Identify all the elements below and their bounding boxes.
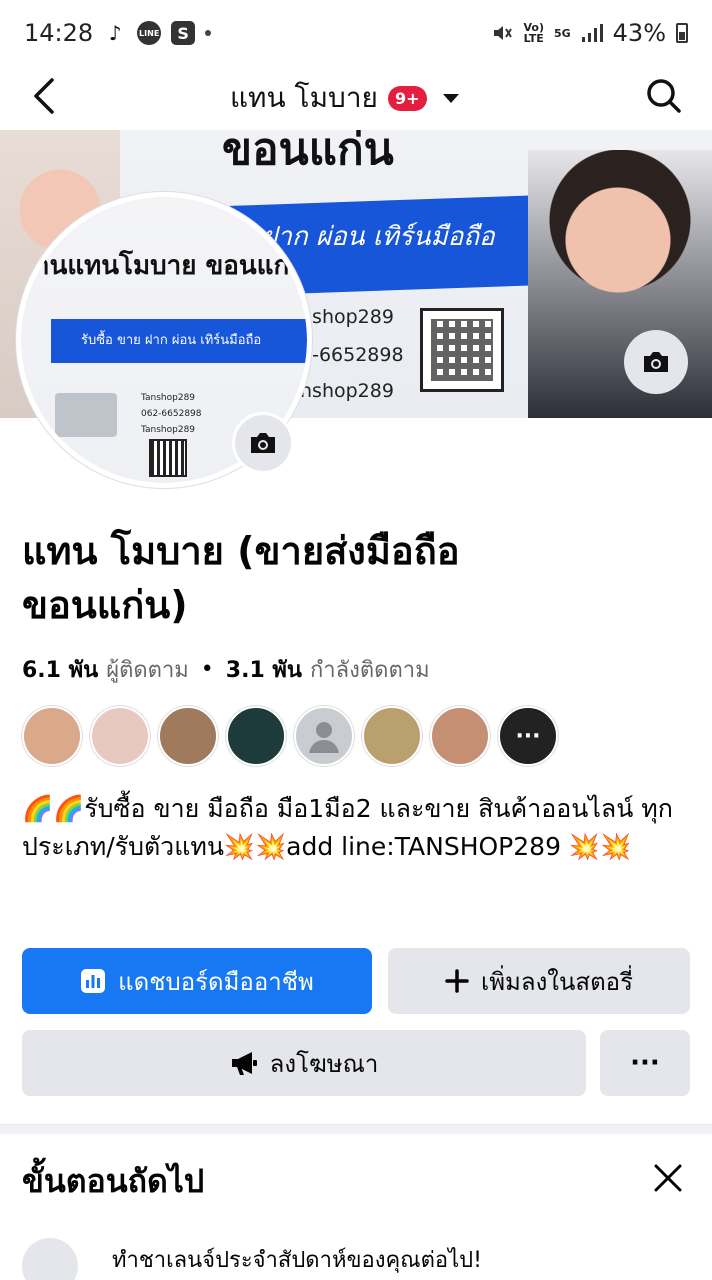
avatar-shop-name: ร้านแทนโมบาย ขอนแก่น [21, 251, 307, 281]
chevron-left-icon [34, 78, 54, 114]
cover-contact-1: nshop289 [300, 306, 394, 328]
status-right: Vo) LTE 5G 43% [491, 19, 688, 47]
caret-down-icon [442, 93, 459, 103]
page-header: แทน โมบาย 9+ [0, 66, 712, 126]
weekly-challenge-text[interactable]: ทำชาเลนจ์ประจำสัปดาห์ของคุณต่อไป! [112, 1242, 482, 1277]
mute-icon [494, 26, 513, 40]
header-title: แทน โมบาย [230, 81, 378, 114]
volte-bottom: LTE [523, 32, 544, 45]
volte-indicator: Vo) LTE [523, 22, 544, 44]
camera-icon [251, 433, 275, 453]
default-user-icon [309, 722, 339, 753]
page-name: แทน โมบาย (ขายส่งมือถือ ขอนแก่น) [22, 529, 460, 627]
profile-switcher[interactable]: แทน โมบาย 9+ [230, 76, 459, 120]
cover-heading: ขอนแก่น [222, 130, 394, 175]
following-count[interactable]: 3.1 พัน [226, 652, 302, 687]
avatar-device-image [55, 393, 117, 437]
signal-icon [581, 24, 603, 42]
battery-icon [676, 23, 688, 43]
tiktok-icon: ♪ [103, 21, 128, 45]
cover-contact-2: 2-6652898 [300, 344, 404, 366]
cover-contact-3: nshop289 [300, 380, 394, 402]
status-bar: 14:28 ♪ LINE S Vo) LTE 5G 43% [0, 0, 712, 66]
next-steps-title: ขั้นตอนถัดไป [22, 1162, 205, 1200]
s-app-icon: S [171, 21, 196, 45]
cover-qr-code [420, 308, 504, 392]
more-followers-button[interactable]: ··· [498, 706, 558, 766]
follower-avatar[interactable] [430, 706, 490, 766]
advertise-label: ลงโฆษณา [269, 1049, 379, 1078]
battery-percent: 43% [612, 19, 666, 47]
more-notifications-dot-icon [205, 30, 212, 36]
follower-avatar[interactable] [158, 706, 218, 766]
add-to-story-label: เพิ่มลงในสตอรี่ [481, 967, 633, 996]
add-to-story-button[interactable]: เพิ่มลงในสตอรี่ [388, 948, 690, 1014]
followers-label[interactable]: ผู้ติดตาม [106, 652, 189, 687]
status-left: 14:28 ♪ LINE S [24, 19, 212, 47]
close-icon [654, 1164, 682, 1192]
avatar-contact-1: Tanshop289 [141, 393, 196, 403]
challenge-icon [22, 1238, 78, 1280]
avatar-contact-3: Tanshop289 [141, 425, 196, 435]
follower-avatars: ··· [22, 706, 558, 766]
follower-avatar[interactable] [362, 706, 422, 766]
camera-icon [644, 352, 668, 372]
section-divider [0, 1124, 712, 1134]
follower-avatar[interactable] [294, 706, 354, 766]
professional-dashboard-label: แดชบอร์ดมืออาชีพ [118, 967, 314, 996]
stats-separator: • [200, 657, 214, 682]
edit-cover-button[interactable] [624, 330, 688, 394]
cover-model-right [528, 150, 712, 418]
five-g-indicator: 5G [553, 26, 571, 40]
search-icon [647, 79, 681, 113]
close-next-steps-button[interactable] [650, 1160, 686, 1196]
follower-avatar[interactable] [22, 706, 82, 766]
line-icon: LINE [137, 21, 162, 45]
follower-avatar[interactable] [90, 706, 150, 766]
following-label[interactable]: กำลังติดตาม [310, 652, 430, 687]
more-options-icon: ··· [630, 1048, 660, 1078]
followers-count[interactable]: 6.1 พัน [22, 652, 98, 687]
edit-profile-picture-button[interactable] [232, 412, 294, 474]
dashboard-icon [81, 969, 106, 993]
notification-badge: 9+ [387, 85, 427, 111]
back-button[interactable] [24, 74, 64, 118]
follow-stats: 6.1 พัน ผู้ติดตาม • 3.1 พัน กำลังติดตาม [22, 652, 430, 687]
more-options-button[interactable]: ··· [600, 1030, 690, 1096]
page-bio: 🌈🌈รับซื้อ ขาย มือถือ มือ1มือ2 และขาย สิน… [22, 794, 673, 861]
avatar-band-text: รับซื้อ ขาย ฝาก ผ่อน เทิร์นมือถือ [81, 333, 262, 348]
status-time: 14:28 [24, 19, 94, 47]
search-button[interactable] [644, 74, 684, 118]
avatar-qr-code [149, 439, 187, 477]
plus-icon [445, 969, 469, 993]
avatar-contact-2: 062-6652898 [141, 409, 202, 419]
advertise-button[interactable]: ลงโฆษณา [22, 1030, 586, 1096]
follower-avatar[interactable] [226, 706, 286, 766]
megaphone-icon [231, 1052, 257, 1075]
professional-dashboard-button[interactable]: แดชบอร์ดมืออาชีพ [22, 948, 372, 1014]
